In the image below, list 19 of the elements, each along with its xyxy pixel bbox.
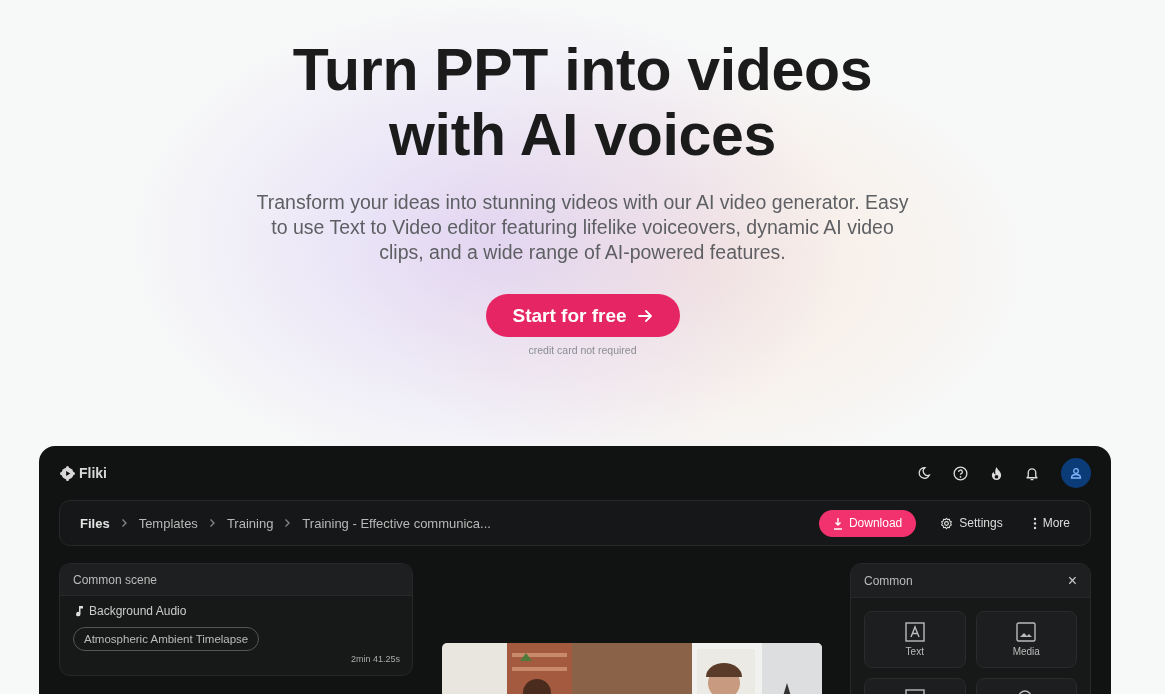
- panel-title: Common scene: [60, 564, 412, 596]
- hero-heading: Turn PPT into videos with AI voices: [292, 38, 873, 168]
- breadcrumb-link[interactable]: Training - Effective communica...: [302, 515, 491, 531]
- settings-button[interactable]: Settings: [934, 509, 1009, 537]
- media-tile[interactable]: Media: [975, 611, 1077, 668]
- breadcrumb-link[interactable]: Templates: [138, 515, 198, 531]
- panel-title: Common: [864, 573, 913, 588]
- logo-text: Fliki: [79, 465, 107, 481]
- breadcrumb-link[interactable]: Files: [80, 515, 110, 531]
- audio-label: Background Audio: [89, 604, 187, 618]
- more-button[interactable]: More: [1026, 509, 1076, 537]
- hero-subtitle: Transform your ideas into stunning videos with our AI video generator. Easy to use Text to Video editor featuring lifelike voiceovers, dynamic AI video clips, and a wide range of AI-powered features.: [255, 190, 910, 265]
- download-button[interactable]: Download: [818, 509, 917, 537]
- start-button[interactable]: Start for free: [485, 294, 680, 337]
- cta-note: credit card not required: [528, 344, 637, 356]
- duration-text: 2min 41.25s: [349, 653, 401, 664]
- text-tile[interactable]: Text: [864, 611, 966, 668]
- breadcrumb-link[interactable]: Training: [226, 515, 274, 531]
- close-button[interactable]: ×: [1067, 571, 1077, 590]
